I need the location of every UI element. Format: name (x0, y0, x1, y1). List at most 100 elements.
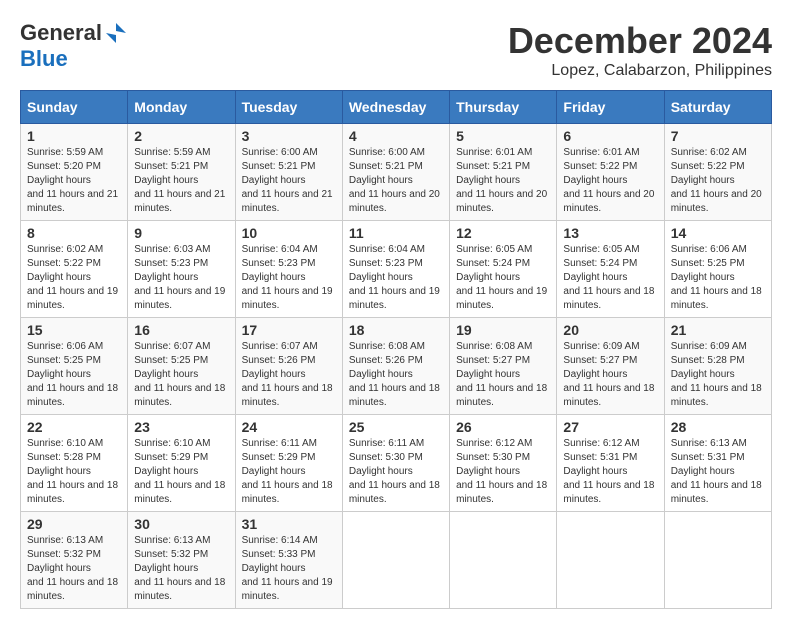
day-cell: 31Sunrise: 6:14 AMSunset: 5:33 PMDayligh… (235, 512, 342, 609)
header-saturday: Saturday (664, 91, 771, 124)
day-number: 20 (563, 322, 657, 338)
day-number: 16 (134, 322, 228, 338)
day-cell: 21 Sunrise: 6:09 AMSunset: 5:28 PMDayligh… (664, 318, 771, 415)
day-info: Sunrise: 6:04 AMSunset: 5:23 PMDaylight … (349, 243, 443, 313)
day-cell: 23Sunrise: 6:10 AMSunset: 5:29 PMDayligh… (128, 415, 235, 512)
day-number: 25 (349, 419, 443, 435)
page-header: General Blue December 2024 Lopez, Calaba… (20, 20, 772, 80)
day-info: Sunrise: 6:11 AMSunset: 5:29 PMDaylight … (242, 437, 336, 507)
day-cell: 22Sunrise: 6:10 AMSunset: 5:28 PMDayligh… (21, 415, 128, 512)
day-cell: 26 Sunrise: 6:12 AMSunset: 5:30 PMDayligh… (450, 415, 557, 512)
day-number: 19 (456, 322, 550, 338)
header-wednesday: Wednesday (342, 91, 449, 124)
calendar-table: SundayMondayTuesdayWednesdayThursdayFrid… (20, 90, 772, 609)
day-cell: 18Sunrise: 6:08 AMSunset: 5:26 PMDayligh… (342, 318, 449, 415)
day-number: 4 (349, 128, 443, 144)
location: Lopez, Calabarzon, Philippines (508, 62, 772, 80)
day-cell: 6 Sunrise: 6:01 AMSunset: 5:22 PMDaylight… (557, 124, 664, 221)
day-cell: 16 Sunrise: 6:07 AMSunset: 5:25 PMDayligh… (128, 318, 235, 415)
calendar-header-row: SundayMondayTuesdayWednesdayThursdayFrid… (21, 91, 772, 124)
day-info: Sunrise: 6:07 AMSunset: 5:26 PMDaylight … (242, 340, 336, 410)
day-info: Sunrise: 6:06 AMSunset: 5:25 PMDaylight … (671, 243, 765, 313)
day-cell (664, 512, 771, 609)
day-info: Sunrise: 6:06 AMSunset: 5:25 PMDaylight … (27, 340, 121, 410)
day-info: Sunrise: 6:05 AMSunset: 5:24 PMDaylight … (563, 243, 657, 313)
day-cell (450, 512, 557, 609)
day-info: Sunrise: 6:13 AMSunset: 5:31 PMDaylight … (671, 437, 765, 507)
day-info: Sunrise: 6:02 AMSunset: 5:22 PMDaylight … (27, 243, 121, 313)
day-number: 28 (671, 419, 765, 435)
day-info: Sunrise: 6:04 AMSunset: 5:23 PMDaylight … (242, 243, 336, 313)
header-monday: Monday (128, 91, 235, 124)
day-number: 9 (134, 225, 228, 241)
day-cell: 2Sunrise: 5:59 AMSunset: 5:21 PMDaylight… (128, 124, 235, 221)
day-info: Sunrise: 5:59 AMSunset: 5:20 PMDaylight … (27, 146, 121, 216)
day-cell: 25 Sunrise: 6:11 AMSunset: 5:30 PMDayligh… (342, 415, 449, 512)
day-info: Sunrise: 6:02 AMSunset: 5:22 PMDaylight … (671, 146, 765, 216)
day-number: 23 (134, 419, 228, 435)
day-number: 30 (134, 516, 228, 532)
day-info: Sunrise: 6:13 AMSunset: 5:32 PMDaylight … (134, 534, 228, 604)
day-number: 14 (671, 225, 765, 241)
day-number: 27 (563, 419, 657, 435)
day-cell (342, 512, 449, 609)
day-number: 5 (456, 128, 550, 144)
day-cell: 27 Sunrise: 6:12 AMSunset: 5:31 PMDayligh… (557, 415, 664, 512)
day-number: 15 (27, 322, 121, 338)
day-info: Sunrise: 6:11 AMSunset: 5:30 PMDaylight … (349, 437, 443, 507)
day-number: 17 (242, 322, 336, 338)
day-cell: 7 Sunrise: 6:02 AMSunset: 5:22 PMDaylight… (664, 124, 771, 221)
day-info: Sunrise: 6:09 AMSunset: 5:28 PMDaylight … (671, 340, 765, 410)
title-section: December 2024 Lopez, Calabarzon, Philipp… (508, 20, 772, 80)
day-cell: 10Sunrise: 6:04 AMSunset: 5:23 PMDayligh… (235, 221, 342, 318)
header-thursday: Thursday (450, 91, 557, 124)
logo-blue-text: Blue (20, 46, 68, 71)
week-row-5: 29 Sunrise: 6:13 AMSunset: 5:32 PMDayligh… (21, 512, 772, 609)
day-cell: 13Sunrise: 6:05 AMSunset: 5:24 PMDayligh… (557, 221, 664, 318)
day-number: 12 (456, 225, 550, 241)
day-cell: 15 Sunrise: 6:06 AMSunset: 5:25 PMDayligh… (21, 318, 128, 415)
day-info: Sunrise: 6:03 AMSunset: 5:23 PMDaylight … (134, 243, 228, 313)
day-cell: 24Sunrise: 6:11 AMSunset: 5:29 PMDayligh… (235, 415, 342, 512)
day-number: 29 (27, 516, 121, 532)
week-row-3: 15 Sunrise: 6:06 AMSunset: 5:25 PMDayligh… (21, 318, 772, 415)
day-cell: 12 Sunrise: 6:05 AMSunset: 5:24 PMDayligh… (450, 221, 557, 318)
header-sunday: Sunday (21, 91, 128, 124)
month-title: December 2024 (508, 20, 772, 62)
day-info: Sunrise: 6:08 AMSunset: 5:26 PMDaylight … (349, 340, 443, 410)
day-info: Sunrise: 6:00 AMSunset: 5:21 PMDaylight … (349, 146, 443, 216)
day-cell: 5 Sunrise: 6:01 AMSunset: 5:21 PMDaylight… (450, 124, 557, 221)
week-row-2: 8 Sunrise: 6:02 AMSunset: 5:22 PMDaylight… (21, 221, 772, 318)
day-info: Sunrise: 6:12 AMSunset: 5:30 PMDaylight … (456, 437, 550, 507)
day-number: 21 (671, 322, 765, 338)
calendar-body: 1 Sunrise: 5:59 AMSunset: 5:20 PMDaylight… (21, 124, 772, 609)
day-info: Sunrise: 6:07 AMSunset: 5:25 PMDaylight … (134, 340, 228, 410)
day-cell: 17 Sunrise: 6:07 AMSunset: 5:26 PMDayligh… (235, 318, 342, 415)
day-cell: 28 Sunrise: 6:13 AMSunset: 5:31 PMDayligh… (664, 415, 771, 512)
logo-general-text: General (20, 20, 102, 46)
day-number: 3 (242, 128, 336, 144)
day-number: 31 (242, 516, 336, 532)
day-cell: 11 Sunrise: 6:04 AMSunset: 5:23 PMDayligh… (342, 221, 449, 318)
logo: General Blue (20, 20, 128, 72)
day-number: 1 (27, 128, 121, 144)
header-tuesday: Tuesday (235, 91, 342, 124)
day-number: 26 (456, 419, 550, 435)
day-info: Sunrise: 6:01 AMSunset: 5:21 PMDaylight … (456, 146, 550, 216)
day-cell: 14 Sunrise: 6:06 AMSunset: 5:25 PMDayligh… (664, 221, 771, 318)
day-number: 6 (563, 128, 657, 144)
day-info: Sunrise: 6:01 AMSunset: 5:22 PMDaylight … (563, 146, 657, 216)
logo-icon (104, 21, 128, 45)
day-cell: 3Sunrise: 6:00 AMSunset: 5:21 PMDaylight… (235, 124, 342, 221)
day-info: Sunrise: 6:10 AMSunset: 5:28 PMDaylight … (27, 437, 121, 507)
day-number: 2 (134, 128, 228, 144)
day-number: 8 (27, 225, 121, 241)
day-cell: 20Sunrise: 6:09 AMSunset: 5:27 PMDayligh… (557, 318, 664, 415)
day-cell: 8 Sunrise: 6:02 AMSunset: 5:22 PMDaylight… (21, 221, 128, 318)
day-number: 11 (349, 225, 443, 241)
day-cell: 30 Sunrise: 6:13 AMSunset: 5:32 PMDayligh… (128, 512, 235, 609)
day-number: 7 (671, 128, 765, 144)
day-info: Sunrise: 6:05 AMSunset: 5:24 PMDaylight … (456, 243, 550, 313)
day-cell (557, 512, 664, 609)
day-info: Sunrise: 6:12 AMSunset: 5:31 PMDaylight … (563, 437, 657, 507)
